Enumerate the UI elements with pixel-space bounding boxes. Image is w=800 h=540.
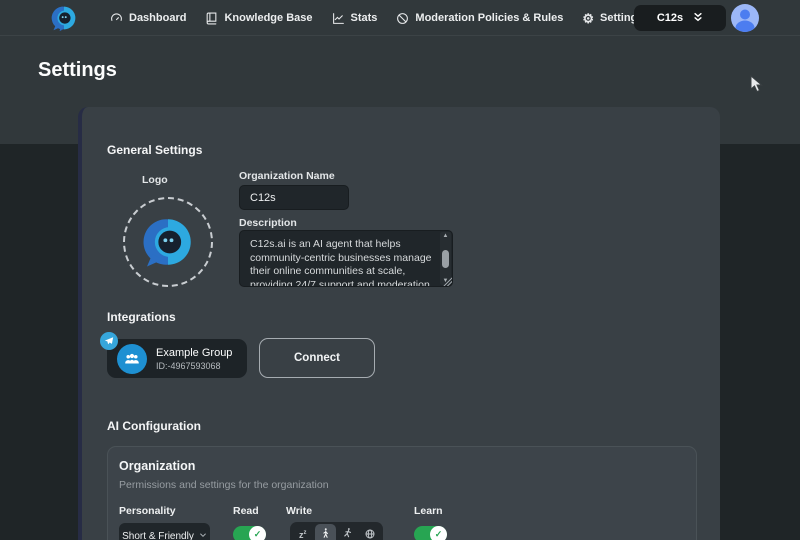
read-toggle[interactable]: ✓ <box>233 526 266 540</box>
description-label: Description <box>239 217 297 229</box>
org-switcher-label: C12s <box>657 12 683 24</box>
person-running-icon <box>341 527 354 540</box>
resize-grip[interactable] <box>443 277 452 286</box>
page-title: Settings <box>38 59 117 82</box>
chevron-down-icon <box>199 531 207 540</box>
nav-item-stats[interactable]: Stats <box>332 12 378 25</box>
nav-label: Knowledge Base <box>224 12 312 24</box>
gear-icon: ⚙ <box>582 12 594 25</box>
organization-permissions-card: Organization Permissions and settings fo… <box>107 446 697 540</box>
read-label: Read <box>233 505 259 517</box>
logo-upload-area[interactable] <box>123 197 213 287</box>
settings-card: General Settings Logo Organization Name … <box>78 107 720 540</box>
organization-card-title: Organization <box>119 459 195 473</box>
top-nav: Dashboard Knowledge Base Stats <box>0 0 800 36</box>
gauge-icon <box>110 12 123 25</box>
scroll-up-icon[interactable]: ▲ <box>443 233 449 239</box>
nav-item-moderation-policies[interactable]: Moderation Policies & Rules <box>396 12 563 25</box>
app-logo-icon[interactable] <box>50 4 78 32</box>
ai-configuration-title: AI Configuration <box>107 419 201 433</box>
org-name-label: Organization Name <box>239 170 335 182</box>
nav-item-dashboard[interactable]: Dashboard <box>110 12 186 25</box>
nav-item-knowledge-base[interactable]: Knowledge Base <box>205 12 312 25</box>
chevrons-expand-icon <box>693 11 703 26</box>
connect-button[interactable]: Connect <box>259 338 375 378</box>
learn-toggle[interactable]: ✓ <box>414 526 447 540</box>
nav-label: Dashboard <box>129 12 186 24</box>
org-logo-image <box>140 214 196 270</box>
organization-card-subtitle: Permissions and settings for the organiz… <box>119 479 329 491</box>
personality-label: Personality <box>119 505 176 517</box>
write-mode-segmented-control: zz <box>290 522 383 540</box>
write-mode-run-button[interactable] <box>337 524 359 540</box>
check-icon: ✓ <box>254 529 262 540</box>
write-mode-walk-button[interactable] <box>315 524 337 540</box>
nav-label: Stats <box>351 12 378 24</box>
group-id: ID:-4967593068 <box>156 361 232 371</box>
nav-label: Moderation Policies & Rules <box>415 12 563 24</box>
group-name: Example Group <box>156 347 232 359</box>
write-mode-sleep-button[interactable]: zz <box>292 524 314 540</box>
org-switcher-button[interactable]: C12s <box>634 5 726 31</box>
check-icon: ✓ <box>435 529 443 540</box>
globe-icon <box>364 528 376 540</box>
general-settings-title: General Settings <box>107 143 202 157</box>
ban-icon <box>396 12 409 25</box>
logo-label: Logo <box>142 174 168 186</box>
write-mode-auto-button[interactable] <box>360 524 382 540</box>
telegram-group-card[interactable]: Example Group ID:-4967593068 <box>107 339 247 378</box>
integrations-title: Integrations <box>107 310 176 324</box>
user-avatar[interactable] <box>731 4 759 32</box>
scroll-thumb[interactable] <box>442 250 449 268</box>
group-avatar-icon <box>117 344 147 374</box>
personality-value: Short & Friendly <box>122 531 194 540</box>
book-icon <box>205 12 218 25</box>
org-name-input[interactable] <box>239 185 349 210</box>
personality-select[interactable]: Short & Friendly <box>119 523 210 540</box>
sleep-icon: zz <box>299 530 307 540</box>
learn-label: Learn <box>414 505 443 517</box>
description-textarea[interactable]: C12s.ai is an AI agent that helps commun… <box>239 230 453 287</box>
chart-line-icon <box>332 12 345 25</box>
write-label: Write <box>286 505 312 517</box>
person-walking-icon <box>319 527 332 540</box>
telegram-icon <box>100 332 118 350</box>
